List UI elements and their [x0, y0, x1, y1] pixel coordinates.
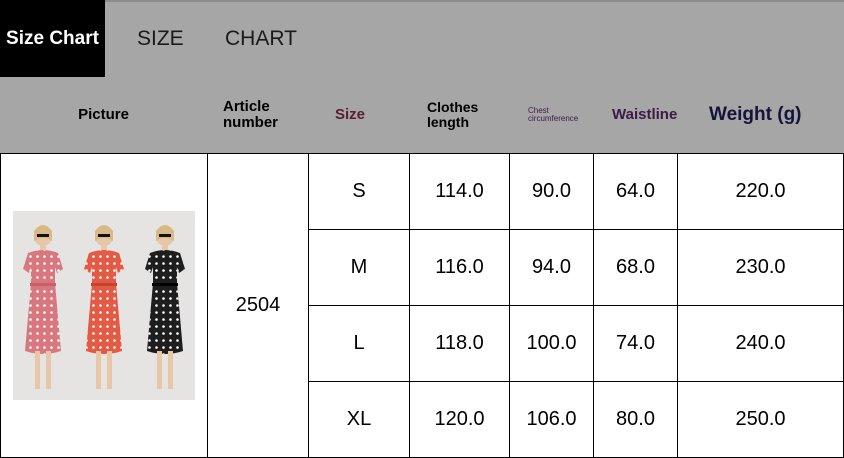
weight-cell: 230.0 — [677, 229, 844, 306]
clothes-length-cell: 116.0 — [409, 229, 510, 306]
weight-cell: 220.0 — [677, 153, 844, 230]
size-table: 2504 S 114.0 90.0 64.0 220.0 M 116.0 94.… — [0, 153, 844, 458]
size-cell: XL — [308, 381, 410, 458]
header-article-line1: Article — [223, 98, 270, 116]
chest-cell: 94.0 — [509, 229, 594, 306]
dress-models-illustration — [13, 211, 195, 400]
three-dress-models-image — [13, 211, 195, 400]
banner-word-size: SIZE — [137, 27, 184, 50]
header-picture: Picture — [78, 106, 129, 124]
header-weight: Weight (g) — [709, 104, 802, 126]
header-article-line2: number — [223, 114, 279, 131]
size-cell: L — [308, 305, 410, 382]
article-number-cell: 2504 — [207, 153, 309, 458]
weight-cell: 250.0 — [677, 381, 844, 458]
chest-cell: 90.0 — [509, 153, 594, 230]
header-clothes-line1: Clothes — [427, 99, 479, 116]
weight-cell: 240.0 — [677, 305, 844, 382]
chest-cell: 100.0 — [509, 305, 594, 382]
waist-cell: 64.0 — [593, 153, 678, 230]
header-chest-line2: circumference — [528, 114, 579, 123]
waist-cell: 68.0 — [593, 229, 678, 306]
header-waistline: Waistline — [612, 106, 678, 124]
waist-cell: 74.0 — [593, 305, 678, 382]
header-size: Size — [335, 106, 366, 124]
chest-cell: 106.0 — [509, 381, 594, 458]
banner-word-chart: CHART — [225, 27, 297, 50]
size-chart-tag: Size Chart — [0, 0, 105, 77]
size-cell: S — [308, 153, 410, 230]
clothes-length-cell: 114.0 — [409, 153, 510, 230]
header-chest-circumference: Chest circumference — [528, 77, 592, 153]
header-article-number: Article number — [223, 77, 308, 153]
clothes-length-cell: 120.0 — [409, 381, 510, 458]
waist-cell: 80.0 — [593, 381, 678, 458]
size-cell: M — [308, 229, 410, 306]
header-clothes-length: Clothes length — [427, 77, 507, 153]
picture-cell — [0, 153, 208, 458]
top-rule — [0, 0, 844, 2]
table-row: 2504 S 114.0 90.0 64.0 220.0 — [0, 153, 844, 458]
header-clothes-line2: length — [427, 114, 469, 130]
clothes-length-cell: 118.0 — [409, 305, 510, 382]
